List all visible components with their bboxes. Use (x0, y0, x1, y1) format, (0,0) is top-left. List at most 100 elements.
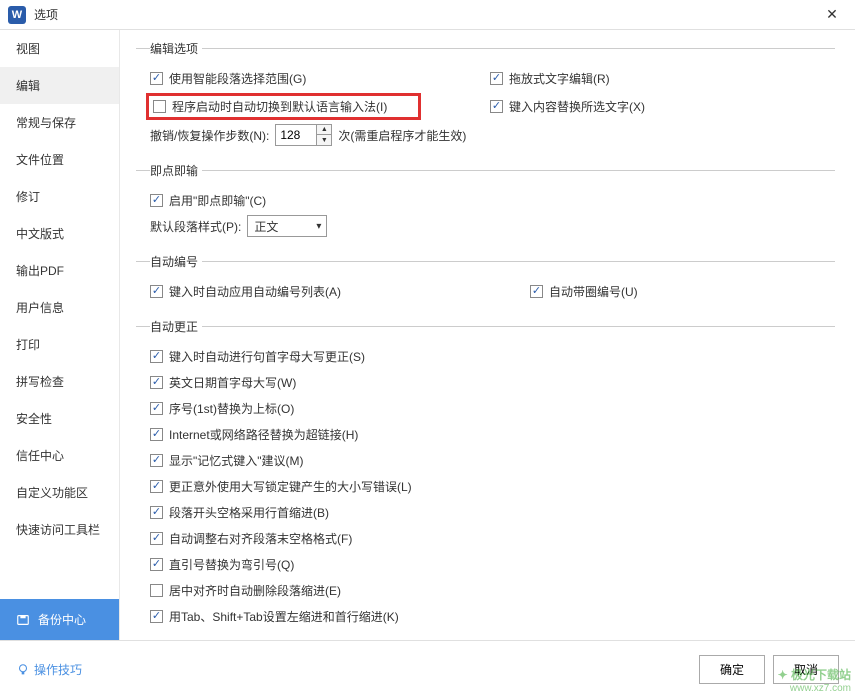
check-icon (150, 285, 163, 298)
undo-steps-label: 撤销/恢复操作步数(N): (150, 127, 269, 144)
tips-label: 操作技巧 (34, 661, 82, 678)
checkbox-label: 更正意外使用大写锁定键产生的大小写错误(L) (169, 478, 412, 495)
check-icon (150, 376, 163, 389)
undo-steps-spinner[interactable]: ▲▼ (275, 124, 332, 146)
check-icon (150, 194, 163, 207)
checkbox-autocorrect-item[interactable]: 键入时自动进行句首字母大写更正(S) (150, 345, 835, 367)
check-icon (153, 100, 166, 113)
sidebar: 视图 编辑 常规与保存 文件位置 修订 中文版式 输出PDF 用户信息 打印 拼… (0, 30, 120, 640)
highlighted-option: 程序启动时自动切换到默认语言输入法(I) (146, 93, 421, 120)
checkbox-label: 启用"即点即输"(C) (169, 192, 266, 209)
section-auto-number: 自动编号 键入时自动应用自动编号列表(A) 自动带圈编号(U) (136, 253, 835, 310)
backup-icon (16, 613, 30, 627)
backup-center-button[interactable]: 备份中心 (0, 599, 119, 640)
checkbox-label: 英文日期首字母大写(W) (169, 374, 296, 391)
sidebar-item-edit[interactable]: 编辑 (0, 67, 119, 104)
sidebar-item-quick-access[interactable]: 快速访问工具栏 (0, 511, 119, 548)
check-icon (150, 72, 163, 85)
sidebar-item-general-save[interactable]: 常规与保存 (0, 104, 119, 141)
sidebar-item-security[interactable]: 安全性 (0, 400, 119, 437)
section-auto-correct: 自动更正 键入时自动进行句首字母大写更正(S) 英文日期首字母大写(W) 序号(1s… (136, 318, 835, 635)
checkbox-autocorrect-item[interactable]: 段落开头空格采用行首缩进(B) (150, 501, 835, 523)
ok-button[interactable]: 确定 (699, 655, 765, 684)
check-icon (490, 100, 503, 113)
cancel-button[interactable]: 取消 (773, 655, 839, 684)
sidebar-item-customize-ribbon[interactable]: 自定义功能区 (0, 474, 119, 511)
checkbox-autocorrect-item[interactable]: 用Tab、Shift+Tab设置左缩进和首行缩进(K) (150, 605, 835, 627)
default-style-select[interactable]: 正文 (247, 215, 327, 237)
checkbox-label: 键入时自动进行句首字母大写更正(S) (169, 348, 365, 365)
checkbox-replace-selection[interactable]: 键入内容替换所选文字(X) (490, 98, 835, 115)
section-edit-options: 编辑选项 使用智能段落选择范围(G) 拖放式文字编辑(R) 程序启动时自动切换到… (136, 40, 835, 154)
check-icon (150, 402, 163, 415)
undo-steps-suffix: 次(需重启程序才能生效) (338, 127, 466, 144)
sidebar-item-user-info[interactable]: 用户信息 (0, 289, 119, 326)
spinner-down-icon[interactable]: ▼ (317, 135, 331, 145)
checkbox-autocorrect-item[interactable]: 居中对齐时自动删除段落缩进(E) (150, 579, 835, 601)
titlebar: W 选项 ✕ (0, 0, 855, 30)
check-icon (150, 532, 163, 545)
checkbox-autocorrect-item[interactable]: 英文日期首字母大写(W) (150, 371, 835, 393)
check-icon (150, 584, 163, 597)
check-icon (150, 610, 163, 623)
checkbox-autocorrect-item[interactable]: 直引号替换为弯引号(Q) (150, 553, 835, 575)
checkbox-label: 拖放式文字编辑(R) (509, 70, 610, 87)
checkbox-label: 使用智能段落选择范围(G) (169, 70, 306, 87)
checkbox-label: 序号(1st)替换为上标(O) (169, 400, 294, 417)
checkbox-auto-number-list[interactable]: 键入时自动应用自动编号列表(A) (150, 283, 530, 300)
checkbox-autocorrect-item[interactable]: 序号(1st)替换为上标(O) (150, 397, 835, 419)
checkbox-circled-number[interactable]: 自动带圈编号(U) (530, 283, 835, 300)
section-legend: 自动编号 (150, 253, 202, 270)
section-legend: 自动更正 (150, 318, 202, 335)
tips-link[interactable]: 操作技巧 (16, 661, 82, 678)
sidebar-item-spell-check[interactable]: 拼写检查 (0, 363, 119, 400)
checkbox-label: 程序启动时自动切换到默认语言输入法(I) (172, 98, 387, 115)
check-icon (530, 285, 543, 298)
select-value: 正文 (254, 218, 278, 235)
undo-steps-input[interactable] (276, 128, 316, 142)
spinner-up-icon[interactable]: ▲ (317, 125, 331, 135)
checkbox-smart-paragraph[interactable]: 使用智能段落选择范围(G) (150, 70, 490, 87)
app-icon: W (8, 6, 26, 24)
checkbox-drag-text[interactable]: 拖放式文字编辑(R) (490, 70, 835, 87)
checkbox-label: Internet或网络路径替换为超链接(H) (169, 426, 358, 443)
checkbox-label: 直引号替换为弯引号(Q) (169, 556, 294, 573)
sidebar-item-chinese-layout[interactable]: 中文版式 (0, 215, 119, 252)
checkbox-label: 自动调整右对齐段落末空格格式(F) (169, 530, 352, 547)
checkbox-label: 显示"记忆式键入"建议(M) (169, 452, 304, 469)
lightbulb-icon (16, 663, 30, 677)
section-legend: 即点即输 (150, 162, 202, 179)
section-legend: 编辑选项 (150, 40, 202, 57)
sidebar-item-view[interactable]: 视图 (0, 30, 119, 67)
check-icon (150, 558, 163, 571)
sidebar-item-file-location[interactable]: 文件位置 (0, 141, 119, 178)
checkbox-label: 键入时自动应用自动编号列表(A) (169, 283, 341, 300)
checkbox-label: 段落开头空格采用行首缩进(B) (169, 504, 329, 521)
check-icon (150, 428, 163, 441)
footer: 操作技巧 确定 取消 (0, 640, 855, 698)
check-icon (150, 480, 163, 493)
checkbox-autocorrect-item[interactable]: 显示"记忆式键入"建议(M) (150, 449, 835, 471)
sidebar-item-output-pdf[interactable]: 输出PDF (0, 252, 119, 289)
checkbox-label: 键入内容替换所选文字(X) (509, 98, 645, 115)
checkbox-autocorrect-item[interactable]: 自动调整右对齐段落末空格格式(F) (150, 527, 835, 549)
sidebar-item-revision[interactable]: 修订 (0, 178, 119, 215)
section-click-type: 即点即输 启用"即点即输"(C) 默认段落样式(P): 正文 (136, 162, 835, 245)
checkbox-label: 用Tab、Shift+Tab设置左缩进和首行缩进(K) (169, 608, 399, 625)
backup-center-label: 备份中心 (38, 611, 86, 628)
check-icon (150, 454, 163, 467)
checkbox-autocorrect-item[interactable]: Internet或网络路径替换为超链接(H) (150, 423, 835, 445)
checkbox-label: 居中对齐时自动删除段落缩进(E) (169, 582, 341, 599)
checkbox-autocorrect-item[interactable]: 更正意外使用大写锁定键产生的大小写错误(L) (150, 475, 835, 497)
close-icon[interactable]: ✕ (817, 6, 847, 23)
window-title: 选项 (34, 6, 817, 23)
checkbox-auto-switch-ime[interactable]: 程序启动时自动切换到默认语言输入法(I) (153, 98, 414, 115)
checkbox-label: 自动带圈编号(U) (549, 283, 638, 300)
default-style-label: 默认段落样式(P): (150, 218, 241, 235)
sidebar-item-trust-center[interactable]: 信任中心 (0, 437, 119, 474)
check-icon (150, 350, 163, 363)
checkbox-enable-click-type[interactable]: 启用"即点即输"(C) (150, 189, 835, 211)
content-panel: 编辑选项 使用智能段落选择范围(G) 拖放式文字编辑(R) 程序启动时自动切换到… (120, 30, 855, 640)
check-icon (150, 506, 163, 519)
sidebar-item-print[interactable]: 打印 (0, 326, 119, 363)
